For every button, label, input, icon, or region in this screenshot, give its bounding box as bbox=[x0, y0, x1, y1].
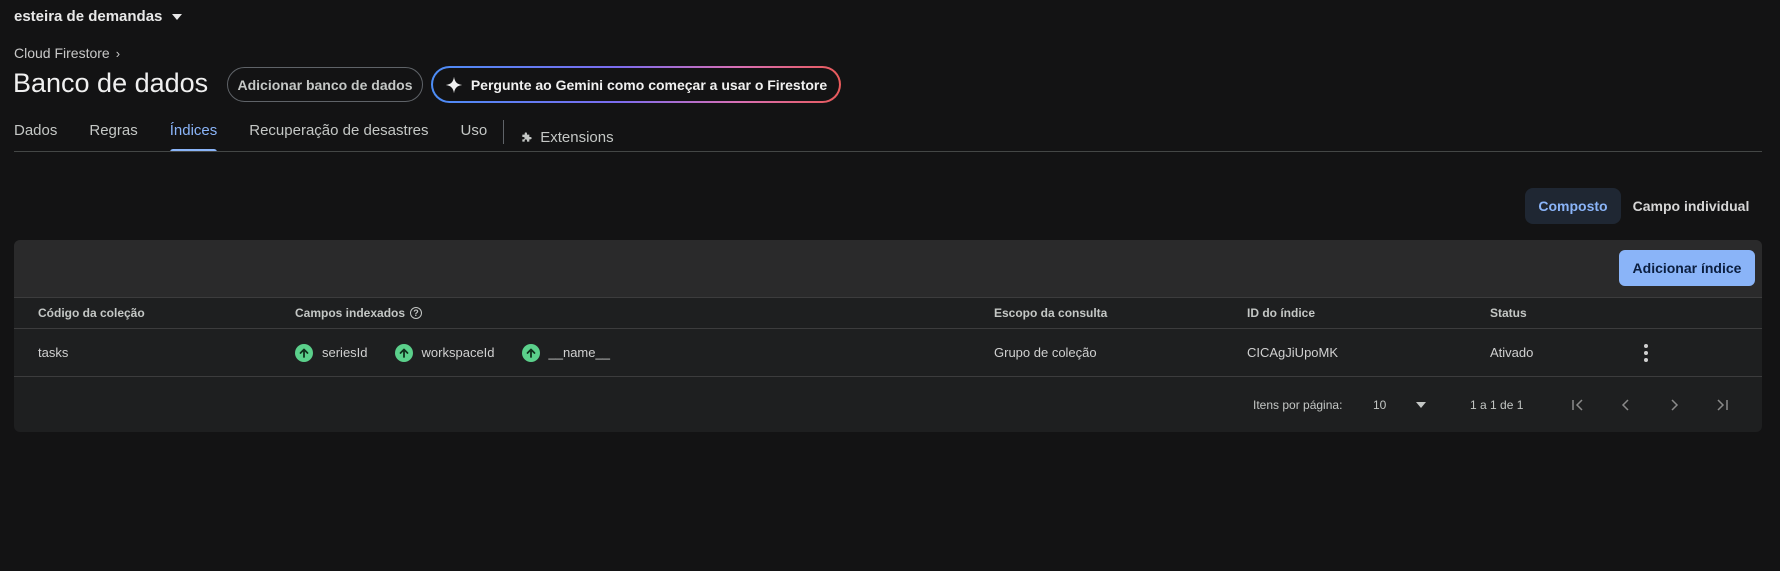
chevron-right-icon bbox=[1662, 393, 1686, 417]
breadcrumb[interactable]: Cloud Firestore › bbox=[14, 45, 120, 61]
project-name: esteira de demandas bbox=[14, 8, 163, 25]
panel-toolbar: Adicionar índice bbox=[14, 240, 1762, 297]
field-name: __name__ bbox=[548, 345, 610, 360]
caret-down-icon bbox=[1416, 401, 1427, 408]
arrow-up-icon bbox=[521, 343, 540, 362]
row-menu bbox=[1636, 329, 1656, 376]
composite-toggle[interactable]: Composto bbox=[1525, 188, 1621, 224]
row-collection: tasks bbox=[38, 345, 69, 360]
more-vert-icon[interactable] bbox=[1636, 343, 1656, 363]
tabs-divider bbox=[14, 151, 1762, 152]
row-status: Ativado bbox=[1490, 345, 1534, 360]
indexes-panel: Adicionar índice Código da coleção Campo… bbox=[14, 240, 1762, 432]
tab-dados[interactable]: Dados bbox=[14, 112, 57, 152]
add-index-button[interactable]: Adicionar índice bbox=[1619, 250, 1755, 286]
next-page-button[interactable] bbox=[1662, 377, 1686, 432]
gemini-button-label: Pergunte ao Gemini como começar a usar o… bbox=[470, 76, 828, 93]
first-page-button[interactable] bbox=[1566, 377, 1590, 432]
items-per-page-label: Itens por página: bbox=[1253, 397, 1343, 412]
tab-uso[interactable]: Uso bbox=[461, 112, 488, 152]
tab-extensions-label: Extensions bbox=[540, 128, 614, 146]
row-scope: Grupo de coleção bbox=[994, 345, 1097, 360]
header-status: Status bbox=[1490, 306, 1527, 320]
tab-divider bbox=[503, 120, 505, 144]
single-field-toggle[interactable]: Campo individual bbox=[1626, 188, 1756, 224]
indexed-field: workspaceId bbox=[394, 343, 495, 362]
tab-bar: Dados Regras Índices Recuperação de desa… bbox=[14, 112, 646, 152]
indexed-field: seriesId bbox=[295, 343, 368, 362]
page-title: Banco de dados bbox=[13, 68, 209, 98]
puzzle-icon bbox=[522, 132, 532, 142]
tab-indices[interactable]: Índices bbox=[169, 112, 217, 152]
prev-page-button[interactable] bbox=[1614, 377, 1638, 432]
add-database-button[interactable]: Adicionar banco de dados bbox=[227, 67, 423, 102]
caret-down-icon bbox=[172, 13, 183, 20]
table-header: Código da coleção Campos indexados ? Esc… bbox=[14, 297, 1762, 329]
tab-extensions[interactable]: Extensions bbox=[520, 112, 614, 152]
header-index-id: ID do índice bbox=[1247, 306, 1316, 320]
arrow-up-icon bbox=[295, 343, 313, 362]
arrow-up-icon bbox=[394, 343, 413, 362]
field-name: seriesId bbox=[322, 345, 368, 360]
header-fields-label: Campos indexados bbox=[295, 306, 406, 320]
items-per-page-value: 10 bbox=[1373, 397, 1387, 412]
chevron-left-icon bbox=[1614, 393, 1638, 417]
items-per-page-select[interactable]: 10 bbox=[1373, 377, 1427, 432]
tab-regras[interactable]: Regras bbox=[89, 112, 137, 152]
row-fields: seriesId workspaceId __name__ bbox=[295, 329, 637, 376]
page-range: 1 a 1 de 1 bbox=[1470, 397, 1524, 412]
last-page-icon bbox=[1710, 393, 1734, 417]
row-index-id: CICAgJiUpoMK bbox=[1247, 345, 1339, 360]
first-page-icon bbox=[1566, 393, 1590, 417]
header-scope: Escopo da consulta bbox=[994, 306, 1108, 320]
chevron-right-icon: › bbox=[115, 45, 121, 61]
sparkle-icon bbox=[445, 76, 463, 93]
table-row: tasks seriesId workspaceId __name__ Grup… bbox=[14, 329, 1762, 377]
field-name: workspaceId bbox=[421, 345, 495, 360]
header-fields: Campos indexados ? bbox=[295, 298, 423, 328]
gemini-button[interactable]: Pergunte ao Gemini como começar a usar o… bbox=[431, 66, 841, 103]
header-collection: Código da coleção bbox=[38, 306, 145, 320]
indexed-field: __name__ bbox=[521, 343, 610, 362]
help-icon[interactable]: ? bbox=[410, 307, 423, 319]
project-selector[interactable]: esteira de demandas bbox=[14, 8, 183, 25]
pagination: Itens por página: 10 1 a 1 de 1 bbox=[14, 377, 1762, 432]
breadcrumb-label: Cloud Firestore bbox=[14, 45, 110, 61]
tab-recuperacao-de-desastres[interactable]: Recuperação de desastres bbox=[249, 112, 428, 152]
last-page-button[interactable] bbox=[1710, 377, 1734, 432]
